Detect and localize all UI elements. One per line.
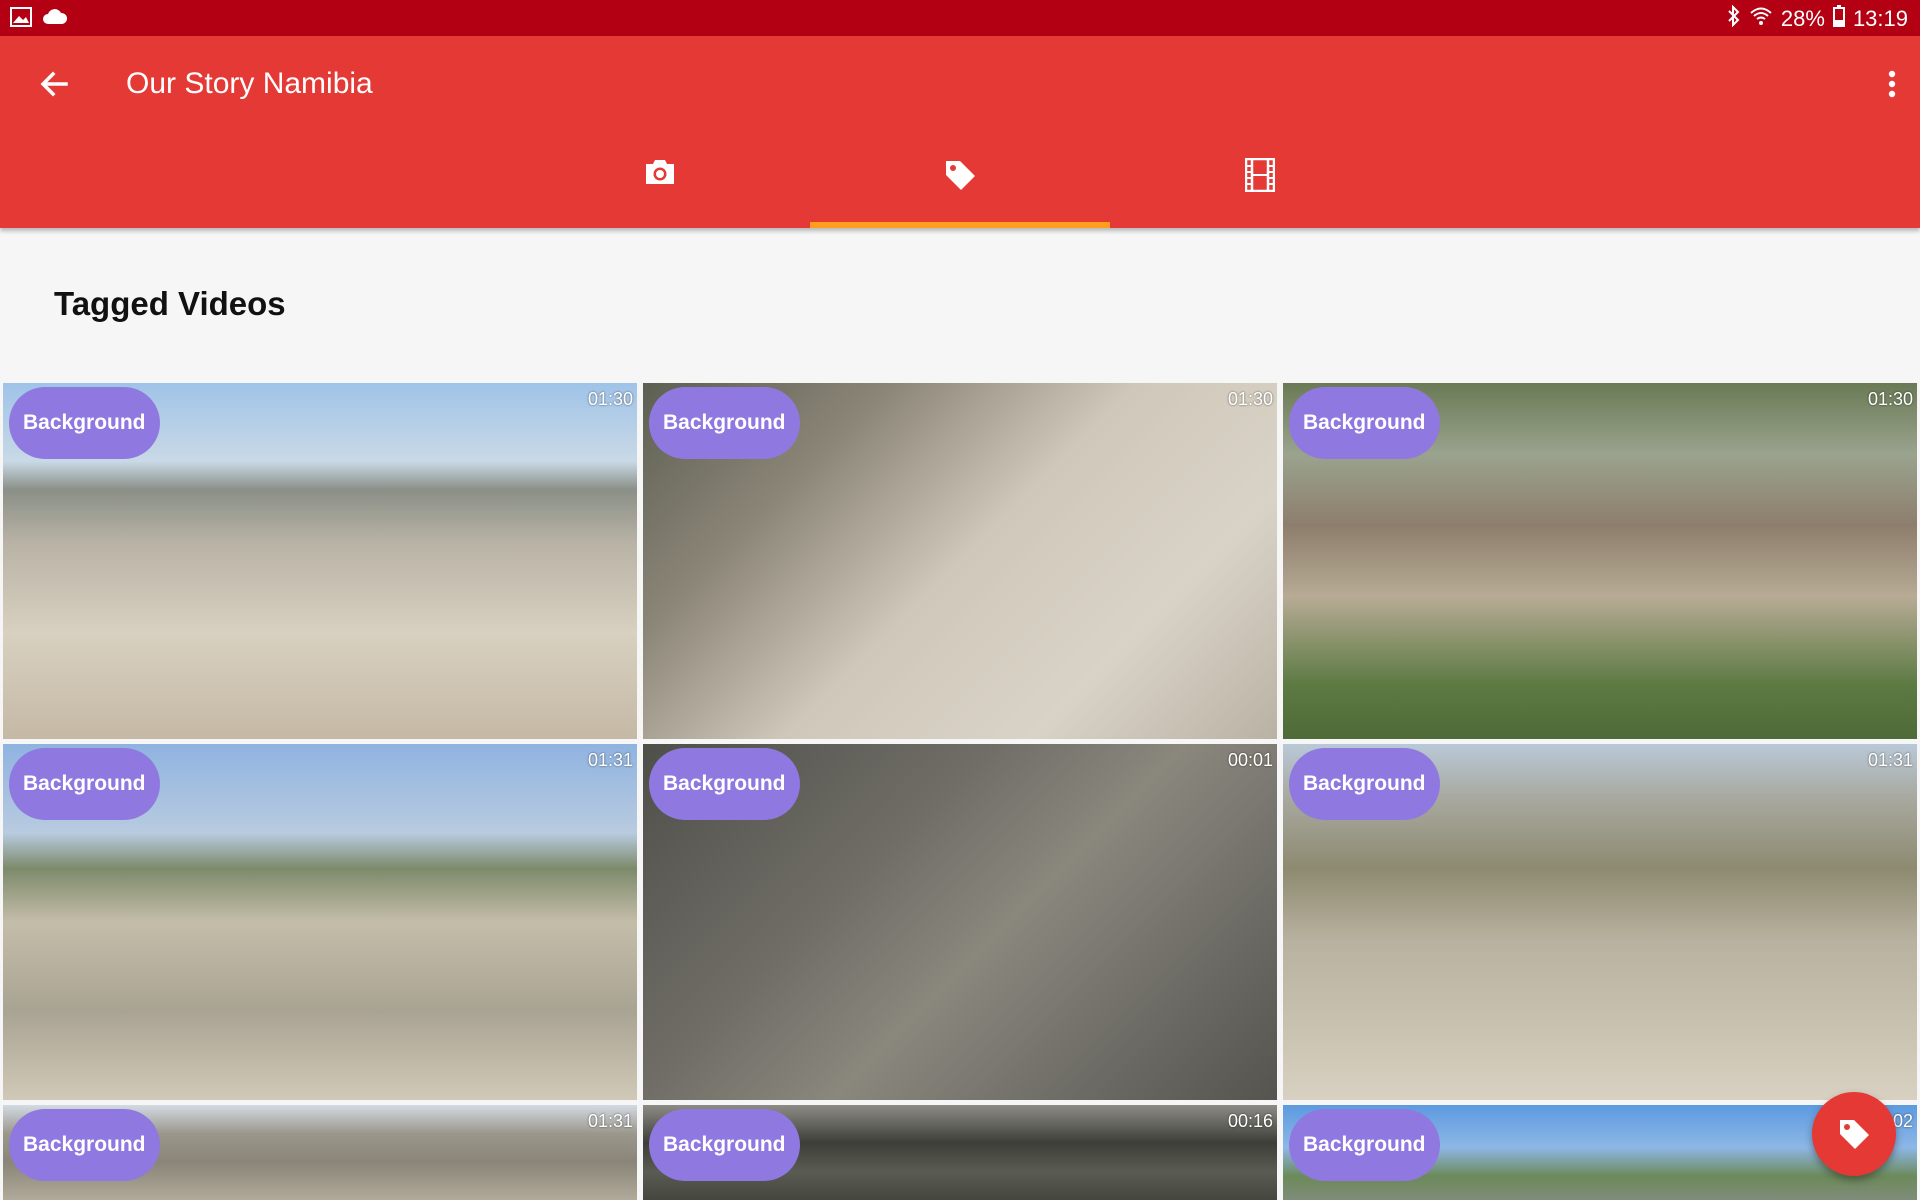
video-tile[interactable]: Background 01:31	[3, 744, 637, 1100]
tab-indicator	[810, 222, 1110, 228]
tag-chip[interactable]: Background	[649, 1109, 800, 1181]
clock: 13:19	[1852, 6, 1908, 31]
wifi-icon	[1749, 6, 1773, 32]
tag-chip[interactable]: Background	[1289, 387, 1440, 459]
video-duration: 00:01	[1227, 750, 1273, 770]
tab-photos[interactable]	[510, 152, 810, 228]
tag-icon	[1840, 1120, 1869, 1149]
video-duration: 01:30	[587, 389, 633, 409]
video-tile[interactable]: Background 00:01	[643, 744, 1277, 1100]
video-tile[interactable]: Background 01:31	[1283, 744, 1917, 1100]
video-duration: 01:30	[1867, 389, 1913, 409]
tag-chip[interactable]: Background	[1289, 748, 1440, 820]
film-icon	[1245, 158, 1275, 192]
video-duration: 01:31	[1867, 750, 1913, 770]
status-bar: 28% 13:19	[0, 0, 1920, 36]
section-title: Tagged Videos	[54, 285, 286, 322]
tab-tags[interactable]	[810, 152, 1110, 228]
back-button[interactable]	[36, 66, 72, 102]
tag-chip[interactable]: Background	[9, 387, 160, 459]
tag-chip[interactable]: Background	[9, 1109, 160, 1181]
page-title: Our Story Namibia	[126, 67, 373, 100]
tag-icon	[946, 161, 975, 190]
arrow-back-icon	[40, 71, 68, 97]
video-duration: 01:31	[587, 750, 633, 770]
battery-icon	[1832, 5, 1845, 33]
video-duration: 02	[1892, 1111, 1913, 1131]
tab-videos[interactable]	[1110, 152, 1410, 228]
gallery-notification-icon	[10, 7, 32, 32]
video-duration: 00:16	[1227, 1111, 1273, 1131]
tag-chip[interactable]: Background	[9, 748, 160, 820]
more-vert-icon	[1888, 70, 1896, 98]
tag-chip[interactable]: Background	[649, 748, 800, 820]
video-tile[interactable]: Background 01:30	[3, 383, 637, 739]
battery-percent: 28%	[1780, 6, 1825, 31]
cloud-notification-icon	[42, 7, 68, 32]
video-tile[interactable]: Background 01:30	[643, 383, 1277, 739]
camera-icon	[646, 160, 674, 184]
video-tile[interactable]: Background 00:16	[643, 1105, 1277, 1200]
video-duration: 01:31	[587, 1111, 633, 1131]
add-tag-fab[interactable]	[1812, 1092, 1896, 1176]
video-duration: 01:30	[1227, 389, 1273, 409]
tag-chip[interactable]: Background	[1289, 1109, 1440, 1181]
video-tile[interactable]: Background 01:31	[3, 1105, 637, 1200]
tag-chip[interactable]: Background	[649, 387, 800, 459]
video-tile[interactable]: Background 01:30	[1283, 383, 1917, 739]
overflow-menu-button[interactable]	[1884, 64, 1900, 104]
bluetooth-icon	[1727, 4, 1741, 33]
app-bar: Our Story Namibia	[0, 36, 1920, 228]
